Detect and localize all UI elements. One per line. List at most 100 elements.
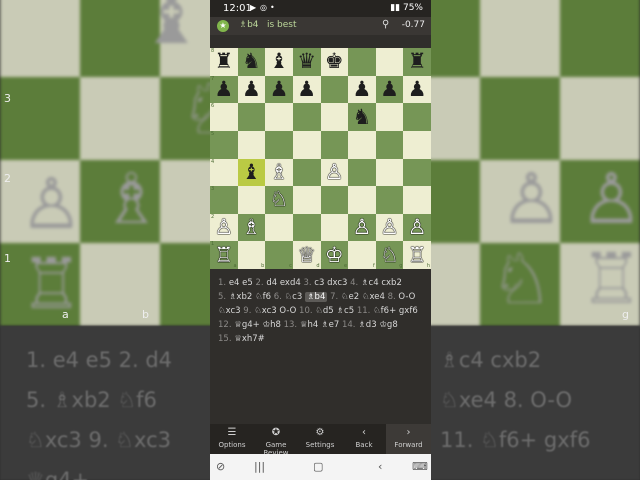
square-g8[interactable] (375, 48, 404, 76)
black-piece-g7[interactable]: ♟ (380, 78, 399, 100)
settings-button[interactable]: ⚙ Settings (298, 424, 342, 454)
square-e8[interactable]: ♚ (320, 48, 349, 76)
square-a5[interactable]: 5 (210, 130, 238, 159)
square-f3[interactable] (348, 186, 376, 214)
square-c2[interactable] (265, 213, 293, 242)
square-h1[interactable]: ♖ h (403, 241, 431, 269)
black-piece-e8[interactable]: ♚ (325, 51, 344, 72)
square-g6[interactable] (375, 103, 404, 131)
square-e4[interactable]: ♙ (320, 158, 349, 187)
black-piece-d7[interactable]: ♟ (297, 78, 316, 100)
square-c3[interactable]: ♘ (265, 186, 293, 214)
square-d6[interactable] (292, 103, 321, 131)
square-g7[interactable]: ♟ (375, 75, 404, 104)
move[interactable]: ♘e2 (341, 292, 359, 302)
square-a7[interactable]: ♟ 7 (210, 75, 238, 104)
back-nav-icon[interactable]: ‹ (378, 460, 382, 473)
square-h2[interactable]: ♙ (403, 213, 431, 242)
move[interactable]: ♘c3 (285, 292, 303, 302)
black-piece-h7[interactable]: ♟ (408, 78, 427, 100)
white-piece-g2[interactable]: ♙ (380, 217, 399, 238)
back-button[interactable]: ‹ Back (342, 424, 386, 454)
square-d1[interactable]: ♕ d (292, 241, 321, 269)
square-f4[interactable] (348, 158, 376, 187)
move[interactable]: ♘xc3 (218, 306, 241, 316)
square-d8[interactable]: ♛ (292, 48, 321, 76)
move[interactable]: ♗e7 (321, 320, 339, 330)
square-c4[interactable]: ♗ (265, 158, 293, 187)
white-piece-g1[interactable]: ♘ (380, 244, 399, 266)
move[interactable]: ♔h8 (262, 320, 280, 330)
square-h7[interactable]: ♟ (403, 75, 431, 104)
square-g1[interactable]: ♘ g (375, 241, 404, 269)
square-a3[interactable]: 3 (210, 186, 238, 214)
black-piece-b4[interactable]: ♝ (242, 161, 261, 183)
square-b3[interactable] (237, 186, 266, 214)
move[interactable]: ♔g8 (379, 320, 397, 330)
move[interactable]: e5 (242, 278, 253, 288)
square-a4[interactable]: 4 (210, 158, 238, 187)
move[interactable]: ♘f6 (255, 292, 271, 302)
move[interactable]: exd4 (280, 278, 301, 288)
square-g2[interactable]: ♙ (375, 213, 404, 242)
move[interactable]: e4 (229, 278, 240, 288)
square-f8[interactable] (348, 48, 376, 76)
square-c8[interactable]: ♝ (265, 48, 293, 76)
white-piece-c4[interactable]: ♗ (270, 161, 289, 183)
white-piece-b2[interactable]: ♗ (242, 217, 261, 238)
chess-board[interactable]: ♜ 8 ♞ ♝ ♛ ♚ ♜ ♟ 7 ♟ ♟ ♟ ♟ ♟ ♟ 6 ♞ 5 4 ♝ ♗ ♙ 3 ♘ ♙ 2 ♗ ♙ ♙ ♙ ♖ 1 a b c ♕ d ♔ e f… (210, 48, 431, 269)
square-e5[interactable] (320, 130, 349, 159)
move[interactable]: O-O (398, 292, 415, 302)
black-piece-c8[interactable]: ♝ (270, 51, 289, 72)
move[interactable]: dxc3 (327, 278, 347, 288)
forward-button[interactable]: › Forward (386, 424, 431, 454)
move[interactable]: ♕g4+ (234, 320, 260, 330)
current-move[interactable]: ♗b4 (304, 292, 328, 302)
square-c5[interactable] (265, 130, 293, 159)
square-c7[interactable]: ♟ (265, 75, 293, 104)
white-piece-f2[interactable]: ♙ (353, 217, 372, 238)
black-piece-c7[interactable]: ♟ (270, 78, 289, 100)
square-f1[interactable]: f (348, 241, 376, 269)
square-f7[interactable]: ♟ (348, 75, 376, 104)
square-h5[interactable] (403, 130, 431, 159)
accessibility-icon[interactable]: ⊘ (216, 460, 225, 473)
square-h3[interactable] (403, 186, 431, 214)
square-e2[interactable] (320, 213, 349, 242)
black-piece-d8[interactable]: ♛ (297, 51, 316, 72)
square-d3[interactable] (292, 186, 321, 214)
square-b2[interactable]: ♗ (237, 213, 266, 242)
square-a6[interactable]: 6 (210, 103, 238, 131)
move[interactable]: ♗xb2 (229, 292, 252, 302)
square-g5[interactable] (375, 130, 404, 159)
search-icon[interactable]: ⚲ (382, 19, 389, 30)
square-b6[interactable] (237, 103, 266, 131)
square-a8[interactable]: ♜ 8 (210, 48, 238, 76)
move[interactable]: c3 (314, 278, 324, 288)
black-piece-a7[interactable]: ♟ (214, 78, 233, 100)
square-d2[interactable] (292, 213, 321, 242)
move[interactable]: cxb2 (381, 278, 402, 288)
black-piece-h8[interactable]: ♜ (408, 51, 427, 72)
square-g4[interactable] (375, 158, 404, 187)
square-b8[interactable]: ♞ (237, 48, 266, 76)
square-h8[interactable]: ♜ (403, 48, 431, 76)
square-b7[interactable]: ♟ (237, 75, 266, 104)
square-b4[interactable]: ♝ (237, 158, 266, 187)
black-piece-b8[interactable]: ♞ (242, 51, 261, 72)
move[interactable]: ♕h4 (300, 320, 318, 330)
white-piece-h1[interactable]: ♖ (408, 244, 427, 266)
square-c1[interactable]: c (265, 241, 293, 269)
keyboard-icon[interactable]: ⌨ (412, 460, 428, 473)
move[interactable]: ♘xe4 (362, 292, 385, 302)
white-piece-e1[interactable]: ♔ (325, 244, 344, 266)
home-icon[interactable]: ▢ (313, 460, 323, 473)
white-piece-e4[interactable]: ♙ (325, 161, 344, 183)
white-piece-a2[interactable]: ♙ (214, 217, 233, 238)
black-piece-f6[interactable]: ♞ (353, 106, 372, 128)
move[interactable]: ♗d3 (358, 320, 376, 330)
white-piece-h2[interactable]: ♙ (408, 217, 427, 238)
black-piece-b7[interactable]: ♟ (242, 78, 261, 100)
square-h6[interactable] (403, 103, 431, 131)
white-piece-d1[interactable]: ♕ (297, 244, 316, 266)
